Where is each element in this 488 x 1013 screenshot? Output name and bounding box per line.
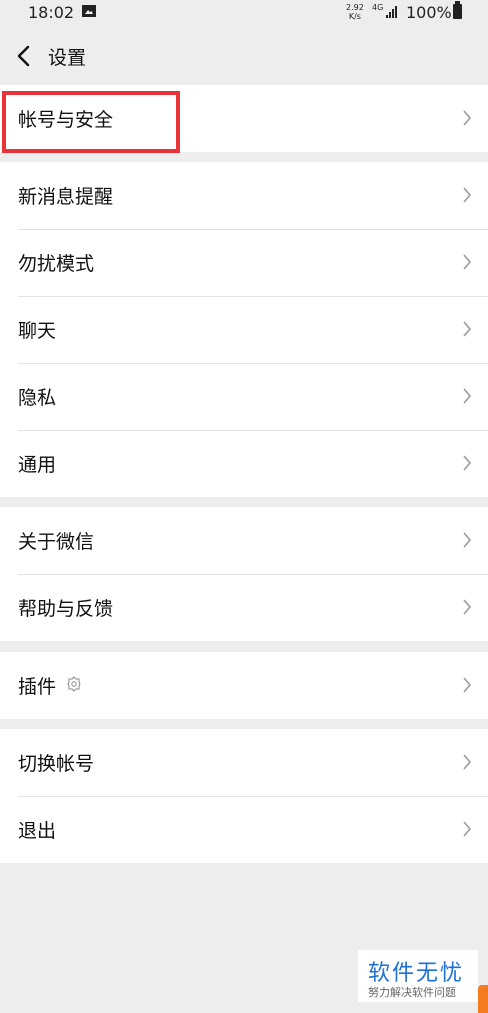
menu-item-notifications[interactable]: 新消息提醒	[0, 162, 488, 229]
chevron-right-icon	[463, 254, 472, 270]
menu-item-privacy[interactable]: 隐私	[0, 363, 488, 430]
menu-item-plugins[interactable]: 插件	[0, 652, 488, 719]
menu-item-label: 隐私	[18, 387, 57, 409]
chevron-right-icon	[463, 455, 472, 471]
watermark: 软件无忧 努力解决软件问题	[358, 950, 478, 1002]
chevron-right-icon	[463, 532, 472, 548]
chevron-right-icon	[463, 110, 472, 126]
menu-item-switch-account[interactable]: 切换帐号	[0, 729, 488, 796]
menu-item-label: 勿扰模式	[18, 253, 95, 275]
settings-group-account-actions: 切换帐号 退出	[0, 729, 488, 863]
menu-item-help-feedback[interactable]: 帮助与反馈	[0, 574, 488, 641]
menu-item-label: 切换帐号	[18, 753, 95, 775]
signal-icon	[386, 6, 400, 18]
chevron-right-icon	[463, 388, 472, 404]
watermark-subtitle: 努力解决软件问题	[368, 986, 456, 999]
settings-group-plugins: 插件	[0, 652, 488, 719]
image-notification-icon	[82, 5, 96, 17]
nav-bar: 设置	[0, 28, 488, 84]
battery-percent: 100%	[406, 3, 452, 22]
menu-item-label: 通用	[18, 454, 57, 476]
settings-group-general: 新消息提醒 勿扰模式 聊天 隐私 通用	[0, 162, 488, 497]
menu-item-label: 插件	[18, 676, 57, 698]
chevron-right-icon	[463, 321, 472, 337]
menu-item-label: 关于微信	[18, 531, 95, 553]
menu-item-about-wechat[interactable]: 关于微信	[0, 507, 488, 574]
network-speed-value: 2.92	[346, 3, 364, 12]
chevron-right-icon	[463, 187, 472, 203]
status-time: 18:02	[28, 3, 75, 22]
menu-item-label: 退出	[18, 820, 57, 842]
menu-item-logout[interactable]: 退出	[0, 796, 488, 863]
network-type: 4G	[372, 3, 384, 12]
page-title: 设置	[48, 47, 87, 69]
watermark-title: 软件无忧	[368, 961, 465, 986]
chevron-right-icon	[463, 599, 472, 615]
status-bar: 18:02 2.92 K/s 4G 100%	[0, 0, 488, 28]
menu-item-label: 帮助与反馈	[18, 598, 114, 620]
network-speed-unit: K/s	[348, 12, 361, 21]
network-speed: 2.92 K/s	[346, 3, 364, 21]
chevron-right-icon	[463, 821, 472, 837]
corner-badge	[478, 985, 488, 1013]
plugin-icon	[67, 676, 81, 692]
menu-item-chat[interactable]: 聊天	[0, 296, 488, 363]
back-button[interactable]	[14, 44, 36, 68]
battery-icon	[453, 1, 462, 19]
menu-item-general[interactable]: 通用	[0, 430, 488, 497]
menu-item-label: 新消息提醒	[18, 186, 114, 208]
chevron-right-icon	[463, 754, 472, 770]
highlight-box	[2, 91, 180, 153]
settings-group-about: 关于微信 帮助与反馈	[0, 507, 488, 641]
menu-item-do-not-disturb[interactable]: 勿扰模式	[0, 229, 488, 296]
menu-item-label: 聊天	[18, 320, 57, 342]
back-arrow-icon	[17, 45, 30, 67]
chevron-right-icon	[463, 677, 472, 693]
